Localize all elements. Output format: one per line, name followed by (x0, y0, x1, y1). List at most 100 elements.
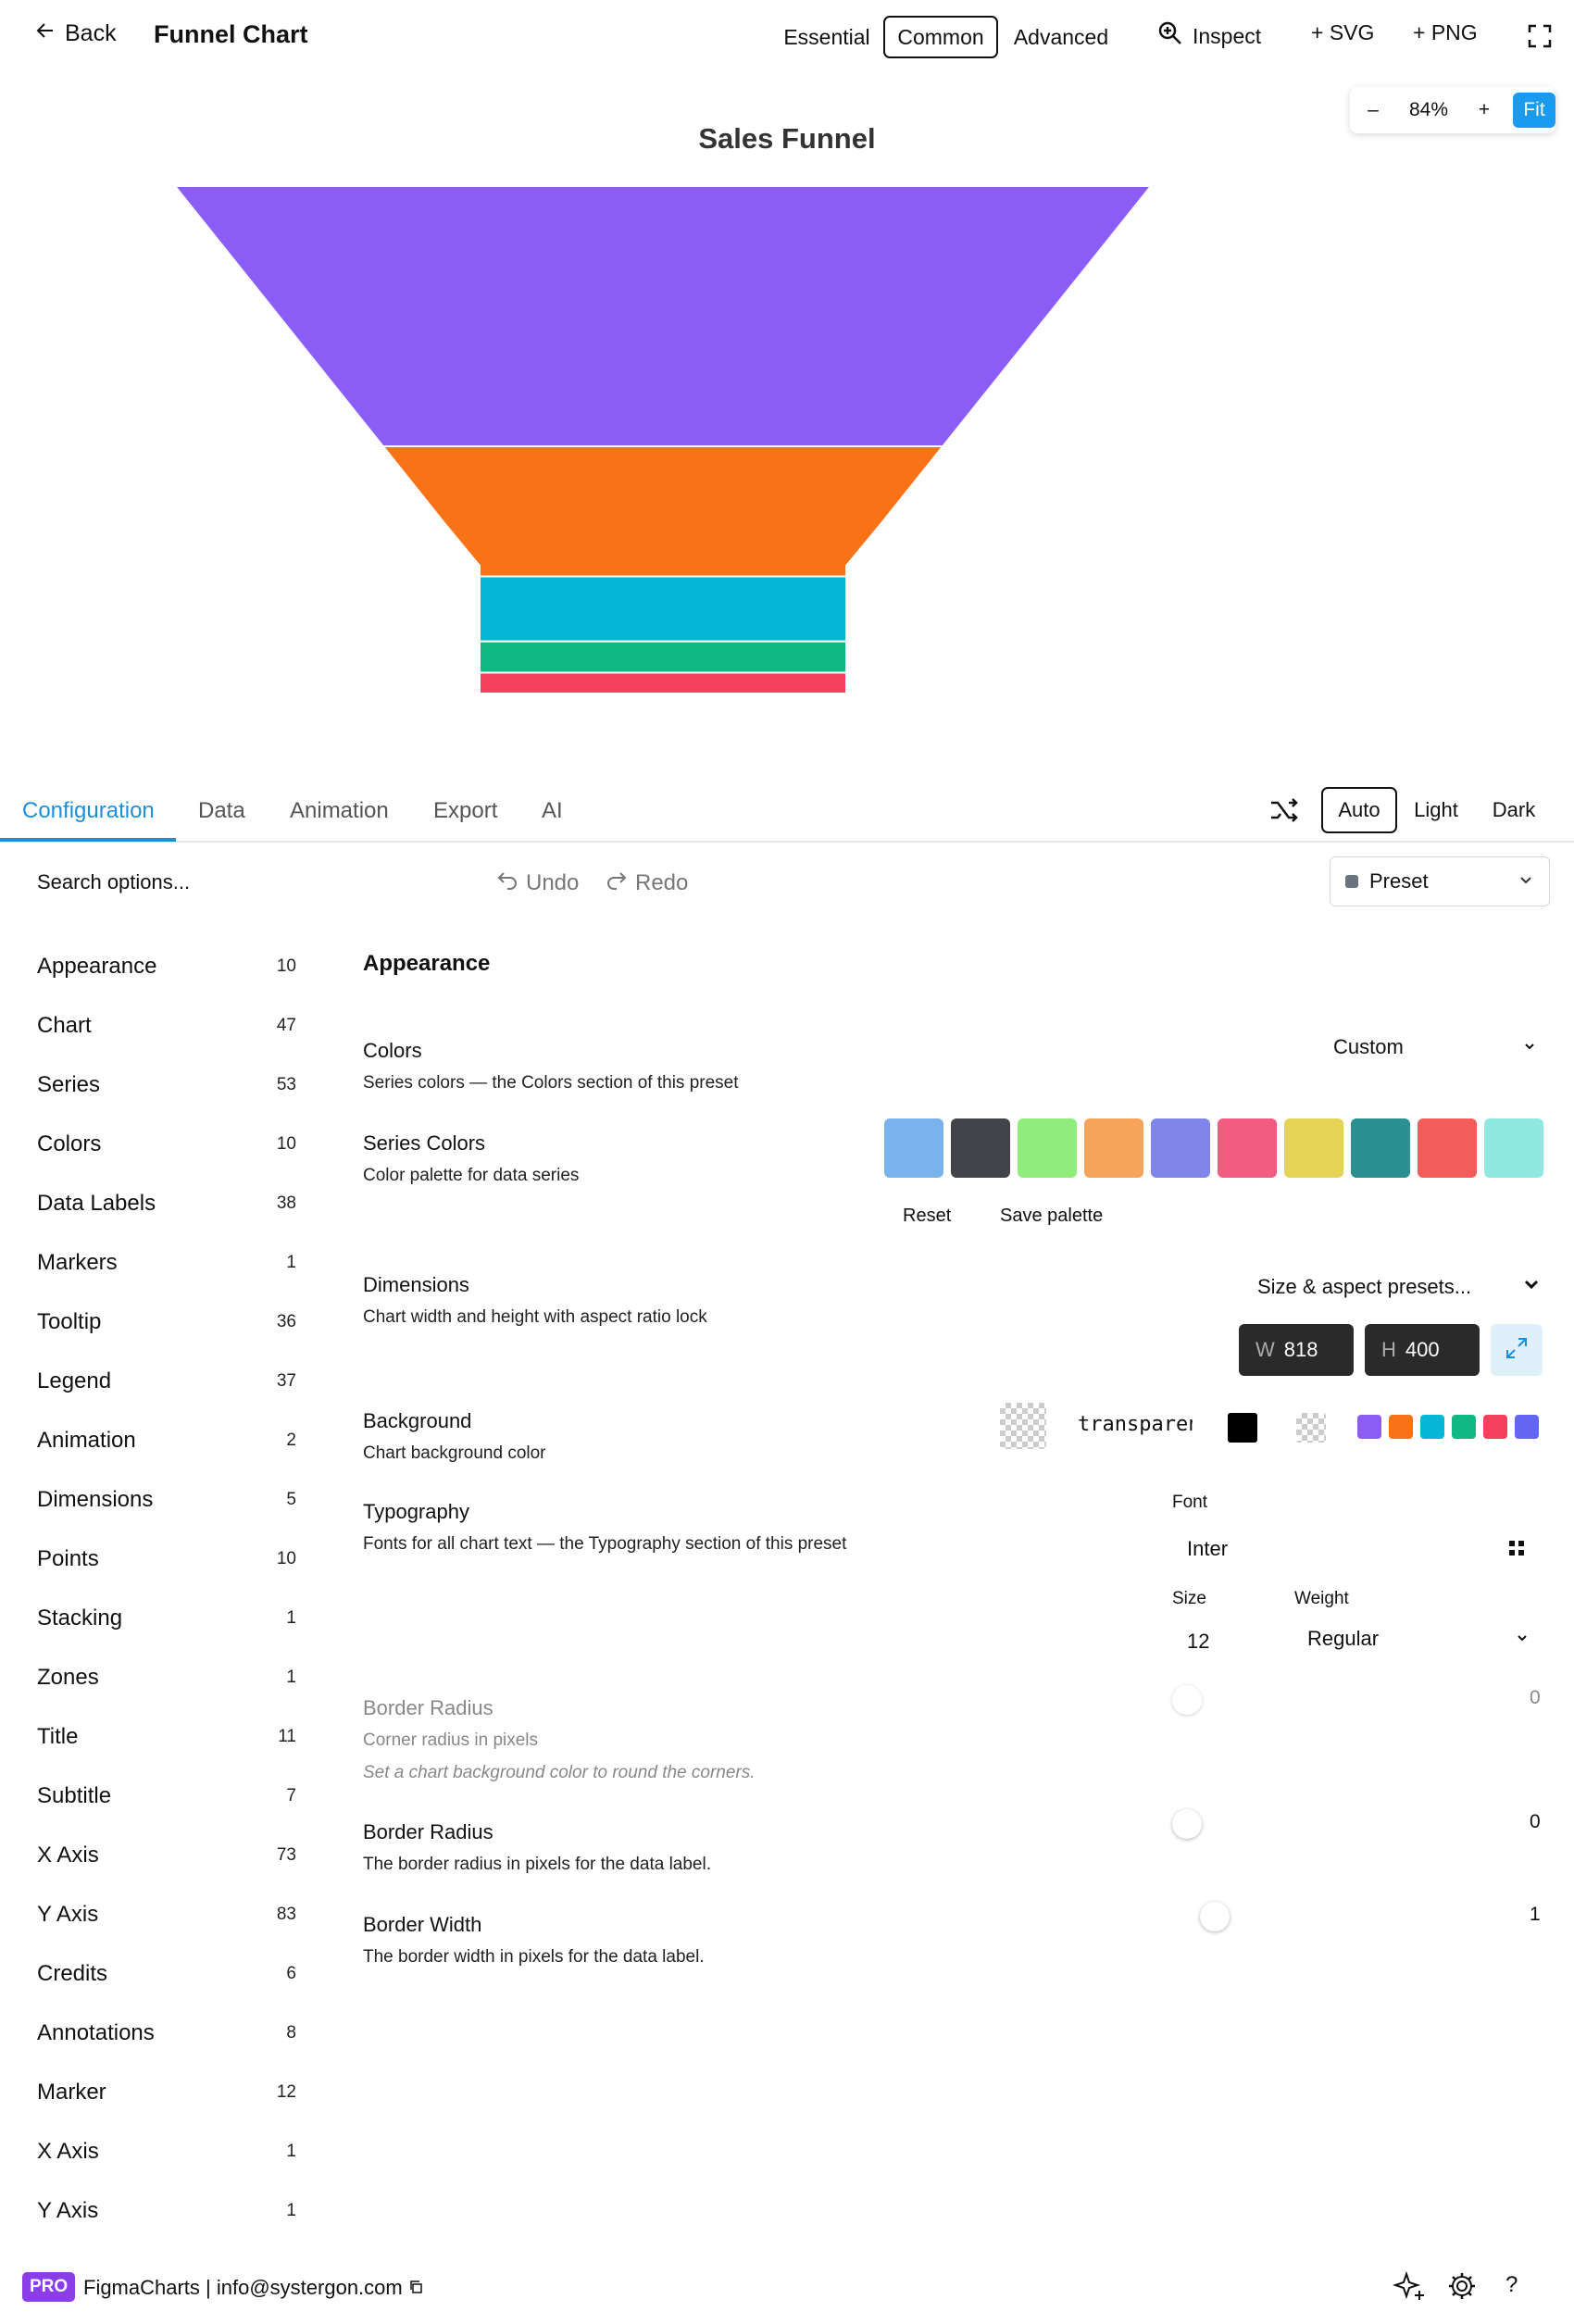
sidebar-item[interactable]: Chart 47 (37, 1013, 296, 1039)
tab-ai[interactable]: AI (542, 798, 563, 824)
aspect-lock-button[interactable] (1491, 1324, 1543, 1376)
height-input[interactable]: H 400 (1365, 1324, 1480, 1376)
funnel-stage[interactable] (479, 640, 847, 674)
palette-swatch[interactable] (1484, 1118, 1543, 1178)
size-presets-select[interactable]: Size & aspect presets... (1257, 1275, 1541, 1299)
size-label: Size (1172, 1589, 1206, 1608)
height-key: H (1381, 1338, 1396, 1361)
sidebar-item-count: 8 (286, 2023, 296, 2043)
colors-select[interactable]: Custom (1333, 1035, 1537, 1059)
sidebar-item[interactable]: Appearance 10 (37, 954, 296, 980)
contact-email[interactable]: info@systergon.com (217, 2276, 403, 2299)
background-transparent-swatch[interactable] (1296, 1413, 1326, 1443)
sidebar-item-label: Appearance (37, 954, 157, 979)
background-color-swatch[interactable] (1000, 1403, 1046, 1449)
sidebar-item[interactable]: Series 53 (37, 1072, 296, 1098)
theme-dark-button[interactable]: Dark (1481, 787, 1546, 833)
weight-label: Weight (1294, 1589, 1349, 1608)
preset-select[interactable]: Preset (1330, 856, 1550, 906)
background-quick-swatch[interactable] (1452, 1415, 1476, 1439)
sidebar-item[interactable]: Marker 12 (37, 2080, 296, 2105)
preset-label: Preset (1369, 869, 1429, 893)
palette-swatch[interactable] (1084, 1118, 1143, 1178)
font-size-input[interactable]: 12 (1187, 1630, 1209, 1654)
sidebar-item[interactable]: Title 11 (37, 1724, 296, 1750)
border-radius-value: 0 (1530, 1811, 1541, 1832)
expand-icon (1505, 1336, 1529, 1365)
font-select[interactable]: Inter (1187, 1537, 1228, 1561)
gear-icon[interactable] (1446, 2270, 1478, 2306)
tab-data[interactable]: Data (198, 798, 245, 824)
shuffle-icon[interactable] (1268, 794, 1300, 831)
palette-swatch[interactable] (1218, 1118, 1277, 1178)
sidebar-item[interactable]: Subtitle 7 (37, 1783, 296, 1809)
sidebar-item[interactable]: Zones 1 (37, 1665, 296, 1691)
sidebar-item-count: 83 (276, 1905, 296, 1924)
funnel-stage[interactable] (381, 445, 945, 578)
sidebar-item-label: Credits (37, 1961, 108, 1986)
footer-info: FigmaCharts | info@systergon.com (83, 2276, 423, 2300)
help-icon[interactable]: ? (1505, 2272, 1518, 2298)
sidebar-item-label: Y Axis (37, 2198, 99, 2223)
sidebar-item-label: Dimensions (37, 1487, 154, 1512)
tab-animation[interactable]: Animation (290, 798, 389, 824)
funnel-stage[interactable] (479, 671, 847, 694)
sidebar-item[interactable]: Animation 2 (37, 1428, 296, 1454)
border-width-slider[interactable] (1200, 1902, 1230, 1931)
sidebar-item-label: Animation (37, 1428, 136, 1453)
width-input[interactable]: W 818 (1239, 1324, 1354, 1376)
background-black-swatch[interactable] (1228, 1413, 1257, 1443)
sidebar-item-count: 38 (276, 1193, 296, 1213)
palette-swatch[interactable] (1418, 1118, 1477, 1178)
palette-swatch[interactable] (951, 1118, 1010, 1178)
palette-swatch[interactable] (1151, 1118, 1210, 1178)
sidebar-item[interactable]: Annotations 8 (37, 2020, 296, 2046)
width-value: 818 (1283, 1338, 1318, 1361)
sidebar-item[interactable]: Dimensions 5 (37, 1487, 296, 1513)
save-palette-button[interactable]: Save palette (1000, 1206, 1103, 1227)
palette-swatch[interactable] (884, 1118, 943, 1178)
background-quick-swatch[interactable] (1357, 1415, 1381, 1439)
sparkle-icon[interactable] (1392, 2268, 1428, 2308)
palette-swatch[interactable] (1284, 1118, 1343, 1178)
tab-export[interactable]: Export (433, 798, 497, 824)
sidebar-item[interactable]: Stacking 1 (37, 1606, 296, 1631)
background-quick-swatch[interactable] (1389, 1415, 1413, 1439)
sidebar-item[interactable]: X Axis 1 (37, 2139, 296, 2165)
sidebar-item-count: 7 (286, 1786, 296, 1805)
sidebar-item[interactable]: X Axis 73 (37, 1843, 296, 1868)
sidebar-item[interactable]: Markers 1 (37, 1250, 296, 1276)
sidebar-item[interactable]: Points 10 (37, 1546, 296, 1572)
sidebar-item[interactable]: Legend 37 (37, 1368, 296, 1394)
sidebar-item[interactable]: Y Axis 83 (37, 1902, 296, 1928)
funnel-stage[interactable] (479, 575, 847, 643)
background-quick-swatch[interactable] (1515, 1415, 1539, 1439)
palette-swatch[interactable] (1018, 1118, 1077, 1178)
border-radius-slider[interactable] (1172, 1809, 1202, 1839)
sidebar-item[interactable]: Y Axis 1 (37, 2198, 296, 2224)
width-key: W (1255, 1338, 1275, 1361)
sidebar-item[interactable]: Colors 10 (37, 1131, 296, 1157)
tab-configuration[interactable]: Configuration (22, 798, 155, 824)
colors-label: Colors (363, 1039, 422, 1062)
sidebar-item-label: X Axis (37, 2139, 99, 2164)
search-input[interactable]: Search options... (37, 870, 190, 894)
background-color-input[interactable]: transparent (1078, 1413, 1193, 1436)
sidebar-item[interactable]: Tooltip 36 (37, 1309, 296, 1335)
undo-label: Undo (526, 869, 580, 895)
redo-button[interactable]: Redo (606, 868, 688, 897)
grid-icon[interactable] (1507, 1539, 1526, 1562)
copy-icon[interactable] (408, 2276, 423, 2299)
background-quick-swatch[interactable] (1483, 1415, 1507, 1439)
theme-light-button[interactable]: Light (1404, 787, 1468, 833)
font-weight-select[interactable]: Regular (1307, 1627, 1530, 1651)
section-title: Appearance (363, 951, 491, 976)
background-quick-swatch[interactable] (1420, 1415, 1444, 1439)
sidebar-item[interactable]: Data Labels 38 (37, 1191, 296, 1217)
reset-palette-button[interactable]: Reset (903, 1206, 951, 1227)
sidebar-item[interactable]: Credits 6 (37, 1961, 296, 1987)
theme-auto-button[interactable]: Auto (1321, 787, 1397, 833)
funnel-stage[interactable] (172, 185, 1154, 447)
undo-button[interactable]: Undo (496, 868, 579, 897)
palette-swatch[interactable] (1351, 1118, 1410, 1178)
